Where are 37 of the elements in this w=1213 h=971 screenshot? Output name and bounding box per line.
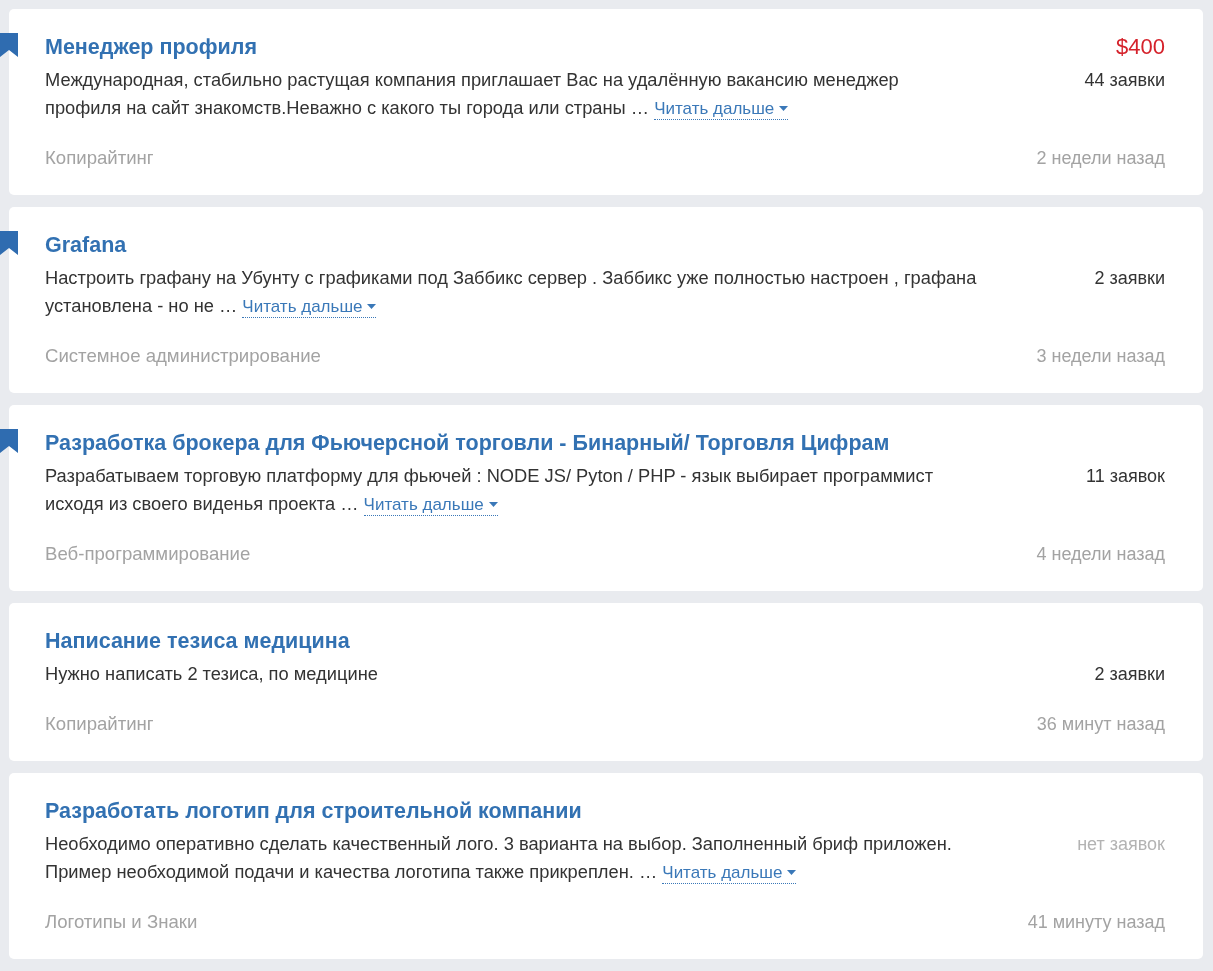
bid-count: 44 заявки [1084,69,1165,92]
bid-count: 11 заявок [1086,465,1165,488]
job-description: Разрабатываем торговую платформу для фьючей : NODE JS/ Pyton / PHP - язык выбирает программист исходя из своего виденья проекта … Читать дальше [45,464,934,518]
job-title[interactable]: Менеджер профиля [45,33,257,61]
bookmark-icon[interactable] [0,231,18,255]
bid-count: нет заявок [1077,833,1165,856]
job-title[interactable]: Grafana [45,231,127,259]
category-label: Копирайтинг [45,712,154,736]
read-more-link[interactable]: Читать дальше [662,863,797,884]
caret-icon [488,501,498,507]
job-title[interactable]: Разработать логотип для строительной компании [45,797,582,825]
posted-time: 4 недели назад [1036,543,1165,566]
category-label: Копирайтинг [45,146,154,170]
caret-icon [787,869,797,875]
job-description: Необходимо оперативно сделать качественный лого. 3 варианта на выбор. Заполненный бриф приложен. Пример необходимой подачи и качества логотипа также прикреплен. … Читать дальше [45,832,953,886]
price-label: $400 [1116,33,1165,61]
job-description: Настроить графану на Убунту с графиками под Заббикс сервер . Заббикс уже полностью настроен , графана установлена - но не … Читать дальше [45,266,978,320]
bid-count: 2 заявки [1094,663,1165,686]
job-description: Нужно написать 2 тезиса, по медицине [45,662,378,686]
bid-count: 2 заявки [1094,267,1165,290]
job-title[interactable]: Написание тезиса медицина [45,627,350,655]
bookmark-icon[interactable] [0,33,18,57]
posted-time: 3 недели назад [1036,345,1165,368]
caret-icon [779,105,789,111]
posted-time: 41 минуту назад [1027,911,1165,934]
posted-time: 2 недели назад [1036,147,1165,170]
posted-time: 36 минут назад [1036,713,1165,736]
read-more-link[interactable]: Читать дальше [654,99,789,120]
job-description: Международная, стабильно растущая компания приглашает Вас на удалённую вакансию менеджер профиля на сайт знакомств.Неважно с какого ты города или страны … Читать дальше [45,68,900,122]
category-label: Системное администрирование [45,344,321,368]
read-more-link[interactable]: Читать дальше [242,297,377,318]
bookmark-icon[interactable] [0,429,18,453]
read-more-link[interactable]: Читать дальше [363,495,498,516]
category-label: Логотипы и Знаки [45,910,198,934]
category-label: Веб-программирование [45,542,251,566]
job-title[interactable]: Разработка брокера для Фьючерсной торговли - Бинарный/ Торговля Цифрам [45,429,890,457]
caret-icon [367,303,377,309]
